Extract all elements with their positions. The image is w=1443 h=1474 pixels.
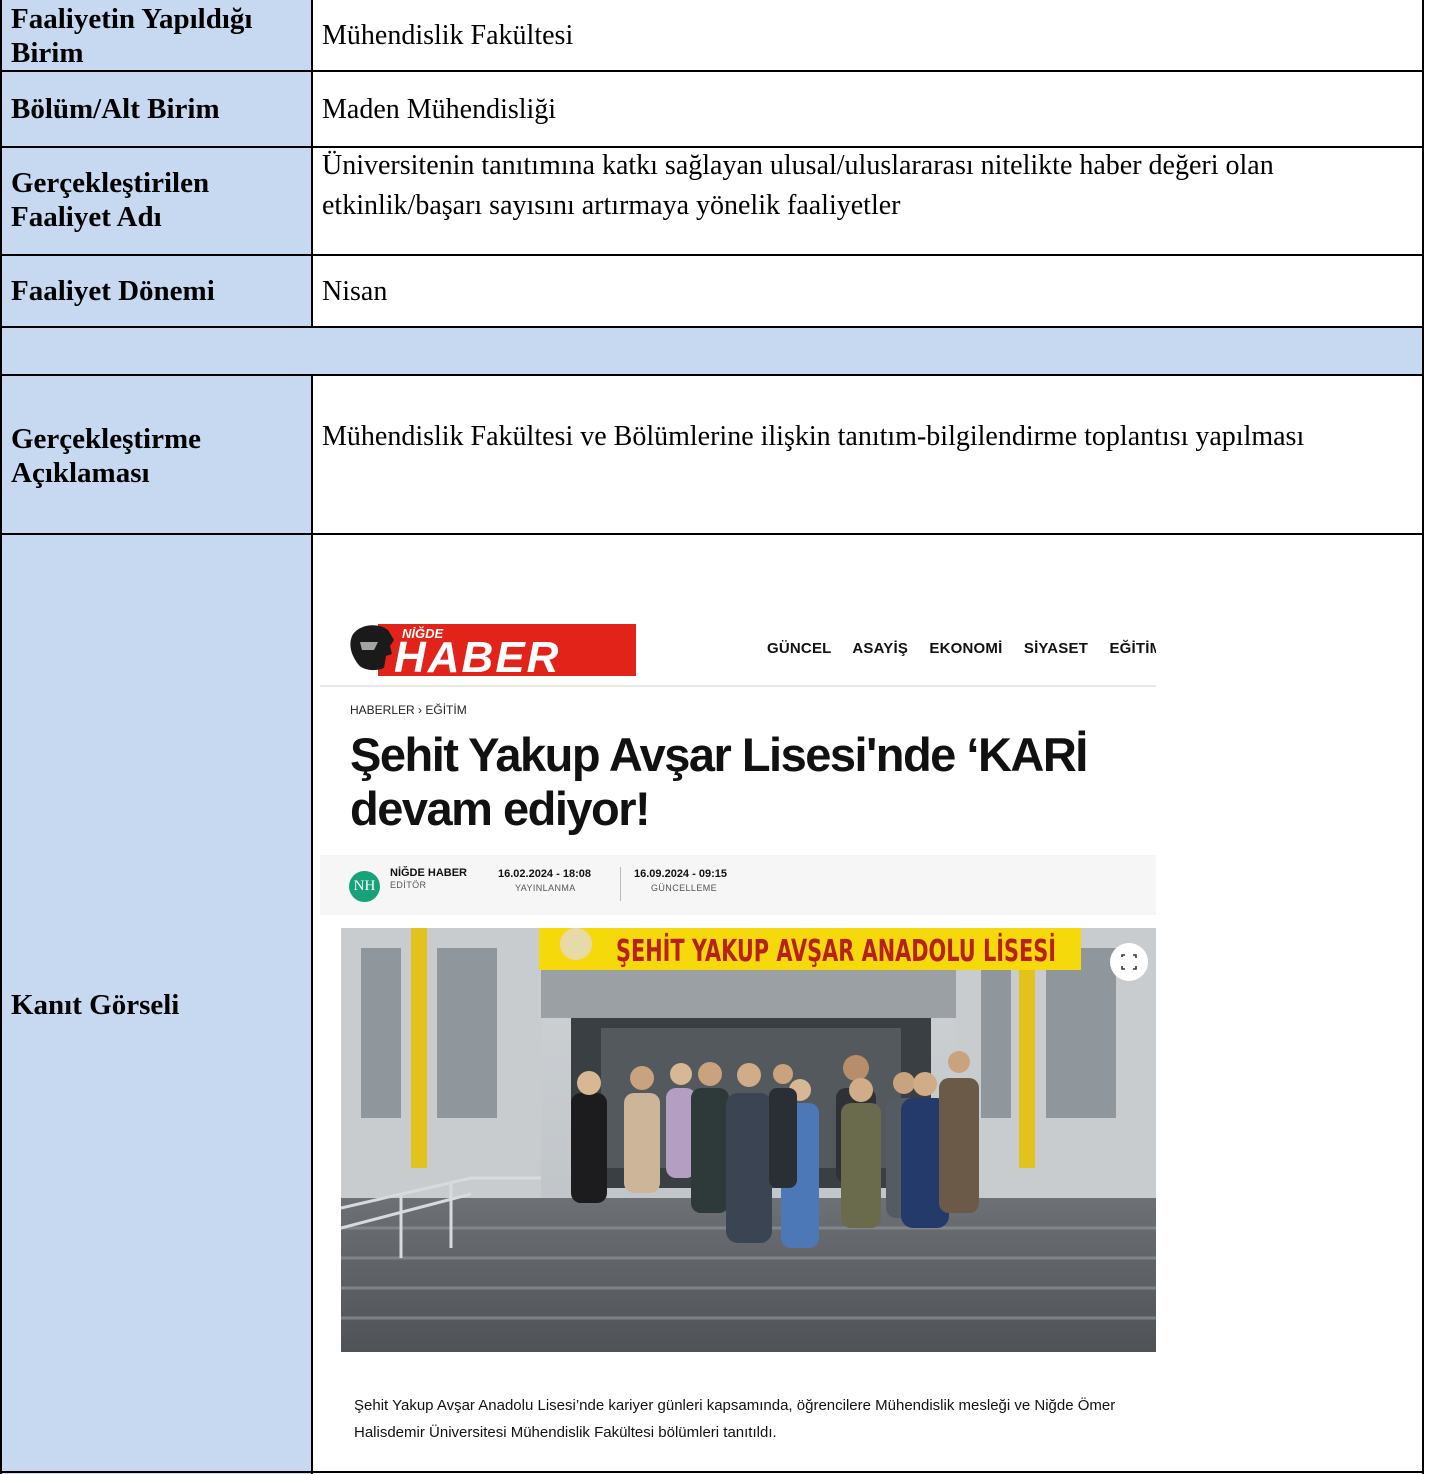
headline-line-1: Şehit Yakup Avşar Lisesi'nde ‘KARİ [350,728,1088,781]
nav-siyaset[interactable]: SİYASET [1024,640,1088,657]
headline-line-2: devam ediyor! [350,782,651,835]
author-name: NİĞDE HABER [390,867,468,879]
article-meta: NH NİĞDE HABER EDİTÖR 16.02.2024 - 18:08… [320,855,1156,915]
published-label: YAYINLANMA [515,883,576,893]
row-border [0,1471,1424,1473]
nav-asayis[interactable]: ASAYİŞ [852,640,908,657]
label-department: Bölüm/Alt Birim [11,93,220,125]
author-avatar: NH [349,871,380,902]
logo-big-text: HABER [394,633,560,680]
column-border [311,374,313,1474]
updated-label: GÜNCELLEME [651,883,718,893]
published-date: 16.02.2024 - 18:08 [498,868,591,880]
evidence-news-screenshot: NİĞDE HABER GÜNCEL ASAYİŞ EKONOMİ SİYASE… [320,610,1156,1470]
row-border [0,254,1424,256]
updated-date: 16.09.2024 - 09:15 [634,868,727,880]
value-department: Maden Mühendisliği [322,94,557,125]
author-role: EDİTÖR [390,880,427,890]
header-divider [320,685,1156,687]
site-nav: GÜNCEL ASAYİŞ EKONOMİ SİYASET EĞİTİM S [767,640,1156,657]
separator-band [0,328,1423,374]
activity-form: Faaliyetin Yapıldığı Birim Mühendislik F… [0,0,1443,1474]
column-border [311,0,313,328]
nigde-haber-logo: NİĞDE HABER [350,624,636,680]
value-unit: Mühendislik Fakültesi [322,20,574,51]
value-description: Mühendislik Fakültesi ve Bölümlerine ili… [322,421,1305,452]
article-photo: ŞEHİT YAKUP AVŞAR ANADOLU LİSESİ [341,928,1156,1352]
photo-caption: Şehit Yakup Avşar Anadolu Lisesi’nde kar… [354,1397,1116,1441]
nav-ekonomi[interactable]: EKONOMİ [929,640,1002,657]
article-headline: Şehit Yakup Avşar Lisesi'nde ‘KARİ devam… [350,728,1156,836]
value-period: Nisan [322,276,388,307]
row-border [0,374,1424,376]
meta-divider [620,867,621,901]
table-border-left [0,0,2,1474]
nav-egitim[interactable]: EĞİTİM [1109,640,1156,657]
row-border [0,326,1424,328]
nav-guncel[interactable]: GÜNCEL [767,640,832,657]
row-border [0,70,1424,72]
table-border-right [1422,0,1424,1474]
label-period: Faaliyet Dönemi [11,275,215,307]
row-border [0,533,1424,535]
value-activity-name: Üniversitenin tanıtımına katkı sağlayan … [322,150,1274,221]
breadcrumb: HABERLER › EĞİTİM [350,703,467,717]
label-unit: Faaliyetin Yapıldığı Birim [11,3,253,69]
label-description: Gerçekleştirme Açıklaması [11,423,202,489]
label-evidence: Kanıt Görseli [11,989,180,1021]
label-activity-name: Gerçekleştirilen Faaliyet Adı [11,167,210,233]
school-sign-text: ŞEHİT YAKUP AVŞAR ANADOLU LİSESİ [616,933,1056,969]
